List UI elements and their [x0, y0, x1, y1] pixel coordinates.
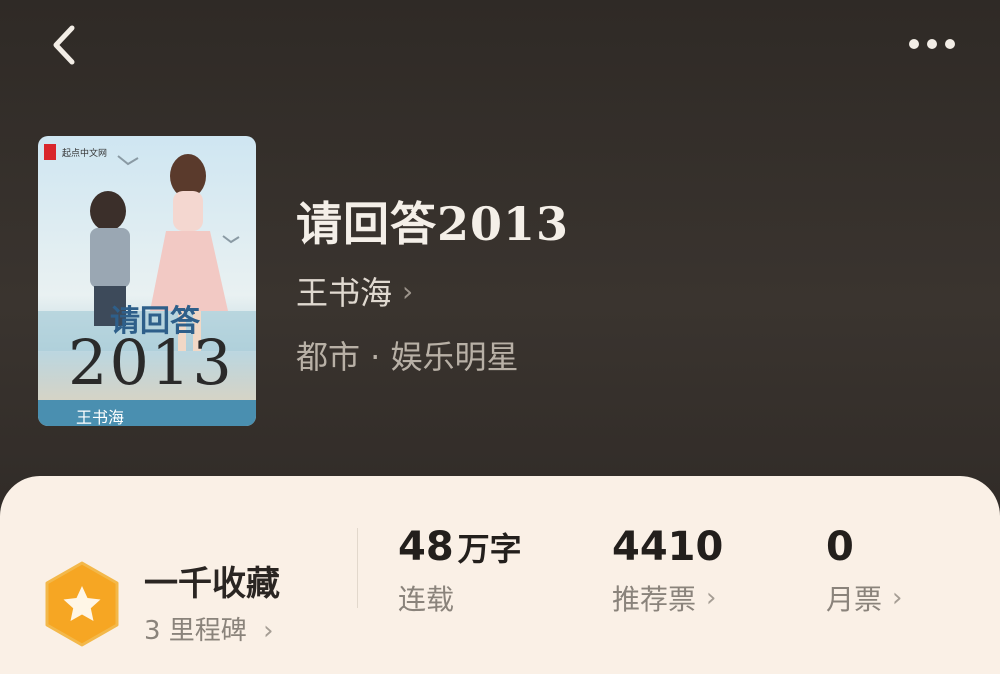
- stat-recommend-value: 4410: [612, 524, 724, 570]
- cover-publisher: 起点中文网: [62, 149, 108, 159]
- chevron-right-icon: ›: [892, 583, 903, 613]
- book-cover[interactable]: 起点中文网 请回答 2013 王书海: [38, 136, 256, 426]
- chevron-right-icon: ›: [263, 616, 274, 646]
- milestone-title: 一千收藏: [144, 564, 280, 604]
- stat-word-count: 48 万字: [398, 524, 522, 570]
- genre-tags: 都市 · 娱乐明星: [296, 338, 519, 376]
- chevron-left-icon: [53, 25, 75, 65]
- milestone-link[interactable]: 3 里程碑 ›: [144, 610, 273, 647]
- stat-monthly-label: 月票: [826, 583, 883, 616]
- stat-word-count-unit: 万字: [457, 530, 522, 568]
- book-title: 请回答2013: [296, 197, 570, 251]
- author-link[interactable]: 王书海 ›: [296, 268, 413, 314]
- stat-recommend-link[interactable]: 推荐票 ›: [612, 578, 716, 618]
- author-name: 王书海: [296, 274, 393, 312]
- stat-recommend-label: 推荐票: [612, 583, 697, 616]
- stat-monthly-link[interactable]: 月票 ›: [826, 578, 902, 618]
- divider: [357, 528, 358, 608]
- cover-title-line2: 2013: [68, 326, 234, 399]
- stat-status-label: 连载: [398, 583, 455, 616]
- more-dots-icon: [909, 39, 955, 49]
- chevron-right-icon: ›: [706, 583, 717, 613]
- star-hexagon-icon: [45, 561, 119, 647]
- milestone-badge[interactable]: [42, 560, 122, 648]
- milestone-subtitle: 3 里程碑: [144, 616, 247, 646]
- back-button[interactable]: [40, 20, 90, 70]
- stat-word-count-value: 48: [398, 524, 454, 570]
- cover-author: 王书海: [76, 408, 125, 426]
- chevron-right-icon: ›: [402, 274, 414, 308]
- more-button[interactable]: [900, 26, 964, 62]
- stat-monthly-value: 0: [826, 524, 854, 570]
